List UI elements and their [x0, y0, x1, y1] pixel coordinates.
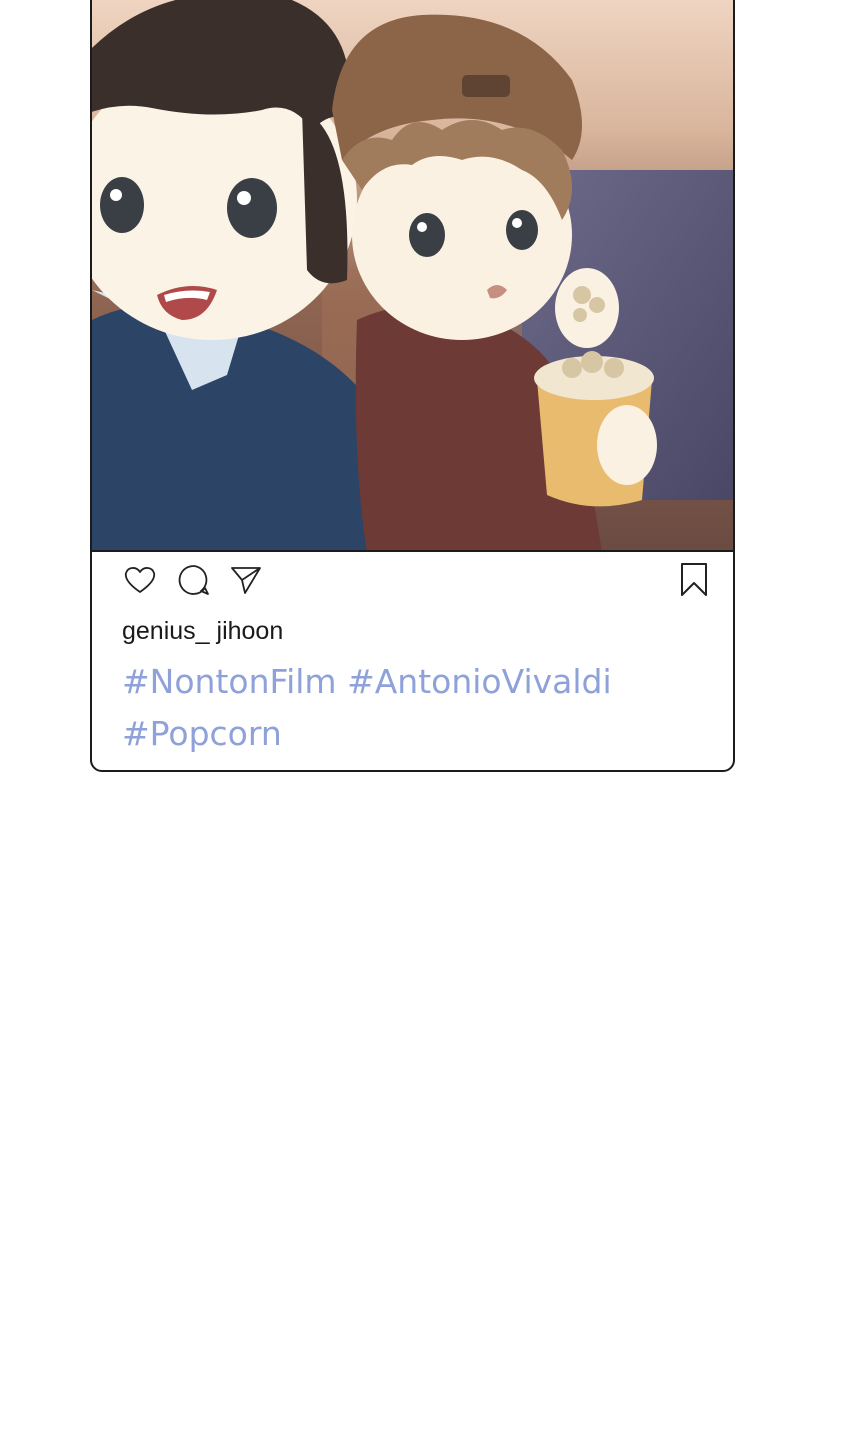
post-hashtags: #NontonFilm #AntonioVivaldi #Popcorn: [122, 656, 702, 760]
post-action-bar: [92, 562, 733, 604]
speech-bubble-icon: [177, 563, 211, 601]
like-button[interactable]: [122, 564, 158, 600]
hashtag-link[interactable]: #NontonFilm: [122, 662, 337, 701]
hashtag-link[interactable]: #AntonioVivaldi: [347, 662, 612, 701]
share-button[interactable]: [228, 564, 264, 600]
heart-icon: [123, 565, 157, 599]
save-button[interactable]: [676, 562, 712, 602]
bookmark-icon: [679, 562, 709, 602]
post-username[interactable]: genius_ jihoon: [122, 617, 283, 646]
illustration-two-kids-popcorn-icon: [92, 0, 733, 550]
post-card: genius_ jihoon #NontonFilm #AntonioVival…: [90, 0, 735, 772]
comment-button[interactable]: [176, 564, 212, 600]
post-image[interactable]: [92, 0, 733, 552]
paper-plane-icon: [229, 564, 263, 600]
hashtag-link[interactable]: #Popcorn: [122, 714, 282, 753]
